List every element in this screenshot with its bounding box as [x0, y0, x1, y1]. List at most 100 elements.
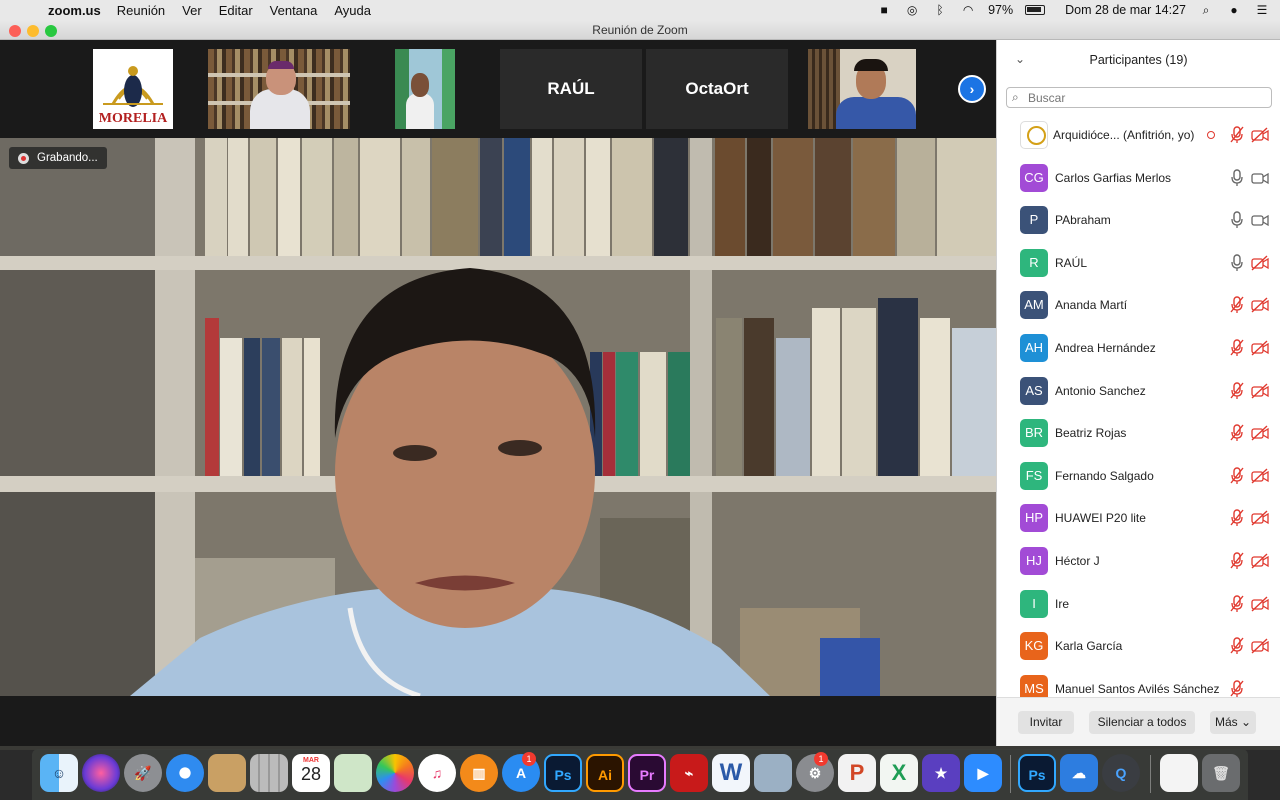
menu-editar[interactable]: Editar	[219, 3, 253, 18]
quicktime-icon[interactable]: Q	[1102, 754, 1140, 792]
video-off-icon[interactable]	[1251, 596, 1269, 612]
participant-row[interactable]: HJ Héctor J	[997, 540, 1280, 583]
books-icon[interactable]: ▥	[460, 754, 498, 792]
illustrator-icon[interactable]: Ai	[586, 754, 624, 792]
recording-indicator[interactable]: Grabando...	[9, 147, 107, 169]
participant-row[interactable]: P PAbraham	[997, 199, 1280, 242]
microphone-muted-icon[interactable]	[1229, 467, 1245, 485]
microphone-muted-icon[interactable]	[1229, 339, 1245, 357]
video-off-icon[interactable]	[1251, 383, 1269, 399]
microphone-muted-icon[interactable]	[1229, 126, 1245, 144]
bluetooth-icon[interactable]: ᛒ	[932, 4, 948, 16]
thumbnail-archdiocese[interactable]: MORELIA	[62, 49, 204, 129]
participant-name: Manuel Santos Avilés Sánchez	[1055, 681, 1220, 696]
participant-row[interactable]: KG Karla García	[997, 625, 1280, 668]
video-off-icon[interactable]	[1251, 553, 1269, 569]
premiere-icon[interactable]: Pr	[628, 754, 666, 792]
invite-button[interactable]: Invitar	[1018, 711, 1074, 734]
thumbnail-raul[interactable]: RAÚL	[500, 49, 642, 129]
finder-icon[interactable]: ☺	[40, 754, 78, 792]
thumbnail-video-1[interactable]	[208, 49, 350, 129]
microphone-muted-icon[interactable]	[1229, 637, 1245, 655]
participant-search[interactable]: ⌕	[1006, 87, 1272, 108]
photoshop-document-icon[interactable]: Ps	[1018, 754, 1056, 792]
microphone-muted-icon[interactable]	[1229, 296, 1245, 314]
thumbnail-video-3[interactable]	[792, 49, 934, 129]
wifi-icon[interactable]: ◠	[960, 4, 976, 16]
calculator-icon[interactable]	[250, 754, 288, 792]
clock[interactable]: Dom 28 de mar 14:27	[1065, 3, 1186, 17]
video-off-icon[interactable]	[1251, 127, 1269, 143]
icloud-icon[interactable]: ☁	[1060, 754, 1098, 792]
recording-dot-icon	[1207, 131, 1215, 139]
video-off-icon[interactable]	[1251, 255, 1269, 271]
siri-dock-icon[interactable]	[82, 754, 120, 792]
menu-reunion[interactable]: Reunión	[117, 3, 165, 18]
microphone-muted-icon[interactable]	[1229, 381, 1245, 400]
documents-stack-icon[interactable]	[1160, 754, 1198, 792]
next-page-button[interactable]: ›	[958, 75, 986, 103]
photoshop-icon[interactable]: Ps	[544, 754, 582, 792]
microphone-muted-icon[interactable]	[1229, 680, 1245, 697]
siri-icon[interactable]: ●	[1226, 4, 1242, 16]
thumbnail-raul-name: RAÚL	[547, 79, 595, 98]
acrobat-icon[interactable]: ⌁	[670, 754, 708, 792]
participant-row[interactable]: FS Fernando Salgado	[997, 455, 1280, 498]
spotlight-icon[interactable]: ⌕	[1198, 4, 1214, 16]
video-off-icon[interactable]	[1251, 425, 1269, 441]
battery-icon[interactable]	[1025, 5, 1046, 15]
microphone-muted-icon[interactable]	[1229, 552, 1245, 570]
word-icon[interactable]: W	[712, 754, 750, 792]
menu-ayuda[interactable]: Ayuda	[334, 3, 371, 18]
microphone-muted-icon[interactable]	[1229, 594, 1245, 613]
video-off-icon[interactable]	[1251, 638, 1269, 654]
trash-icon[interactable]: 🗑	[1202, 754, 1240, 792]
participant-row[interactable]: AM Ananda Martí	[997, 284, 1280, 327]
launchpad-icon[interactable]: 🚀	[124, 754, 162, 792]
excel-icon[interactable]: X	[880, 754, 918, 792]
active-speaker-video[interactable]: Grabando...	[0, 138, 996, 696]
photos-icon[interactable]	[376, 754, 414, 792]
creative-cloud-icon[interactable]: ◎	[904, 4, 920, 16]
powerpoint-icon[interactable]: P	[838, 754, 876, 792]
participant-row[interactable]: AS Antonio Sanchez	[997, 370, 1280, 413]
imovie-icon[interactable]: ★	[922, 754, 960, 792]
video-off-icon[interactable]	[1251, 510, 1269, 526]
more-button[interactable]: Más ⌄	[1210, 711, 1256, 734]
notification-center-icon[interactable]: ☰	[1254, 4, 1270, 16]
microphone-icon[interactable]	[1229, 211, 1245, 229]
microphone-icon[interactable]	[1229, 168, 1245, 187]
zoom-status-icon[interactable]: ■	[876, 4, 892, 16]
participant-row[interactable]: BR Beatriz Rojas	[997, 412, 1280, 455]
video-icon[interactable]	[1251, 212, 1269, 228]
search-input[interactable]	[1028, 89, 1266, 106]
menu-ventana[interactable]: Ventana	[270, 3, 318, 18]
notes-app-icon[interactable]	[208, 754, 246, 792]
itunes-icon[interactable]: ♫	[418, 754, 456, 792]
participant-row[interactable]: HP HUAWEI P20 lite	[997, 497, 1280, 540]
participant-row[interactable]: CG Carlos Garfias Merlos	[997, 157, 1280, 200]
thumbnail-octaort[interactable]: OctaOrt	[646, 49, 788, 129]
participant-row[interactable]: R RAÚL	[997, 242, 1280, 285]
participant-row[interactable]: AH Andrea Hernández	[997, 327, 1280, 370]
microphone-muted-icon[interactable]	[1229, 509, 1245, 527]
calendar-icon[interactable]: MAR 28	[292, 754, 330, 792]
mute-all-button[interactable]: Silenciar a todos	[1089, 711, 1195, 734]
maps-icon[interactable]	[334, 754, 372, 792]
video-off-icon[interactable]	[1251, 340, 1269, 356]
participant-row[interactable]: MS Manuel Santos Avilés Sánchez	[997, 668, 1280, 697]
app-menu[interactable]: zoom.us	[48, 3, 101, 18]
safari-icon[interactable]: ✦	[166, 754, 204, 792]
video-off-icon[interactable]	[1251, 297, 1269, 313]
microphone-muted-icon[interactable]	[1229, 424, 1245, 442]
video-off-icon[interactable]	[1251, 468, 1269, 484]
video-icon[interactable]	[1251, 170, 1269, 186]
participant-row[interactable]: I Ire	[997, 583, 1280, 626]
microphone-icon[interactable]	[1229, 254, 1245, 272]
avatar: R	[1020, 248, 1048, 277]
zoom-icon[interactable]: ▶	[964, 754, 1002, 792]
participant-row[interactable]: Arquidióce... (Anfitrión, yo)	[997, 114, 1280, 157]
thumbnail-video-2[interactable]	[354, 49, 496, 129]
preview-icon[interactable]	[754, 754, 792, 792]
menu-ver[interactable]: Ver	[182, 3, 202, 18]
